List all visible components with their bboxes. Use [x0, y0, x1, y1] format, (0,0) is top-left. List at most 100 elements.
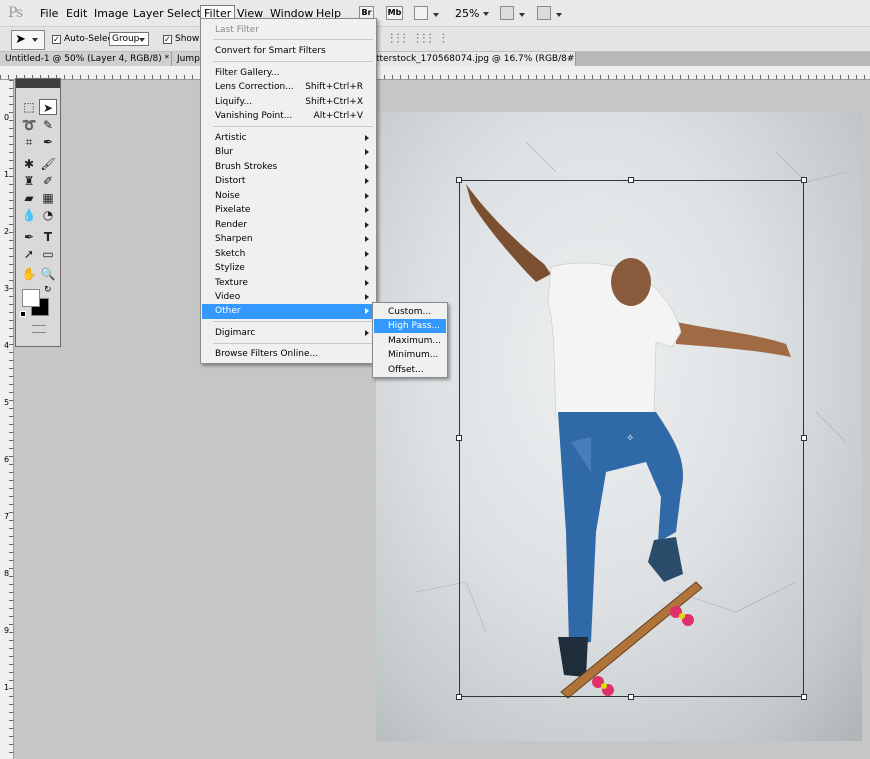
rectangle-tool-icon[interactable]: ▭ [39, 246, 57, 262]
menu-item-stylize[interactable]: Stylize [202, 261, 375, 276]
menu-item-video[interactable]: Video [202, 290, 375, 305]
menu-item-brush-strokes[interactable]: Brush Strokes [202, 160, 375, 175]
menu-separator [213, 126, 373, 127]
hand-tool-icon[interactable]: ✋ [20, 266, 38, 282]
brush-tool-icon[interactable]: 🖌 [39, 156, 57, 172]
transform-handle[interactable] [628, 177, 634, 183]
menu-separator [213, 61, 373, 62]
ruler-number: 2 [4, 227, 10, 236]
submenu-item-offset[interactable]: Offset... [374, 363, 446, 377]
horizontal-ruler [0, 66, 870, 80]
marquee-tool-icon[interactable]: ⬚ [20, 99, 38, 115]
vertical-ruler [0, 80, 14, 759]
tab-shutterstock[interactable]: tterstock_170568074.jpg @ 16.7% (RGB/8#)… [376, 52, 576, 66]
menu-item-digimarc[interactable]: Digimarc [202, 326, 375, 341]
mini-bridge-button[interactable]: Mb [386, 6, 403, 20]
show-transform-checkbox[interactable]: ✓ [163, 35, 172, 44]
menu-item-vanishing-point[interactable]: Vanishing Point... Alt+Ctrl+V [202, 109, 375, 124]
ruler-number: 0 [4, 113, 10, 122]
menu-item-texture[interactable]: Texture [202, 276, 375, 291]
menu-item-other[interactable]: Other [202, 304, 375, 319]
menu-item-filter-gallery[interactable]: Filter Gallery... [202, 66, 375, 81]
spot-healing-tool-icon[interactable]: ✱ [20, 156, 38, 172]
menu-item-distort[interactable]: Distort [202, 174, 375, 189]
menu-item-liquify[interactable]: Liquify... Shift+Ctrl+X [202, 95, 375, 110]
submenu-arrow-icon [365, 207, 369, 213]
tab-untitled[interactable]: Untitled-1 @ 50% (Layer 4, RGB/8) * [0, 52, 172, 66]
swap-colors-icon[interactable]: ↻ [44, 285, 52, 295]
gradient-tool-icon[interactable]: ▦ [39, 190, 57, 206]
blur-tool-icon[interactable]: 💧 [20, 207, 38, 223]
transform-handle[interactable] [801, 694, 807, 700]
tab-jump[interactable]: Jump [172, 52, 202, 66]
menu-item-sharpen[interactable]: Sharpen [202, 232, 375, 247]
menu-item-browse-filters-online[interactable]: Browse Filters Online... [202, 347, 375, 362]
history-brush-tool-icon[interactable]: ✐ [39, 173, 57, 189]
options-bar: ➤ ✓ Auto-Select: Group ✓ Show T ⫶⫶⫶ ⫶⫶⫶ … [0, 27, 870, 52]
submenu-arrow-icon [365, 178, 369, 184]
dodge-tool-icon[interactable]: ◔ [39, 207, 57, 223]
ruler-number: 5 [4, 398, 10, 407]
transform-handle[interactable] [456, 177, 462, 183]
type-tool-icon[interactable]: T [39, 229, 57, 245]
transform-handle[interactable] [801, 177, 807, 183]
view-extras-button[interactable] [414, 6, 428, 20]
screen-mode-icon[interactable] [537, 6, 551, 20]
align-buttons-icon[interactable]: ⫶⫶⫶ ⫶⫶⫶ ⫶ [390, 32, 448, 47]
zoom-tool-icon[interactable]: 🔍 [39, 266, 57, 282]
lasso-tool-icon[interactable]: ➰ [20, 117, 38, 133]
clone-stamp-tool-icon[interactable]: ♜ [20, 173, 38, 189]
ruler-number: 6 [4, 455, 10, 464]
submenu-item-custom[interactable]: Custom... [374, 305, 446, 319]
menu-file[interactable]: File [40, 7, 58, 20]
zoom-level[interactable]: 25% [455, 7, 490, 20]
transform-handle[interactable] [456, 694, 462, 700]
eyedropper-tool-icon[interactable]: ✒ [39, 134, 57, 150]
menu-item-render[interactable]: Render [202, 218, 375, 233]
foreground-color-swatch[interactable] [22, 289, 40, 307]
tools-panel: ⬚ ➤ ➰ ✎ ⌗ ✒ ✱ 🖌 ♜ ✐ ▰ ▦ 💧 ◔ ✒ T ➚ ▭ ✋ 🔍 … [15, 78, 61, 347]
menu-layer[interactable]: Layer [133, 7, 164, 20]
menu-edit[interactable]: Edit [66, 7, 87, 20]
menu-item-noise[interactable]: Noise [202, 189, 375, 204]
submenu-item-high-pass[interactable]: High Pass... [374, 319, 446, 333]
chevron-down-icon[interactable] [515, 8, 525, 21]
menu-image[interactable]: Image [94, 7, 128, 20]
filter-menu: Last Filter Convert for Smart Filters Fi… [200, 18, 377, 364]
crop-tool-icon[interactable]: ⌗ [20, 134, 38, 150]
menu-item-sketch[interactable]: Sketch [202, 247, 375, 262]
menu-item-lens-correction[interactable]: Lens Correction... Shift+Ctrl+R [202, 80, 375, 95]
eraser-tool-icon[interactable]: ▰ [20, 190, 38, 206]
ruler-number: 4 [4, 341, 10, 350]
auto-select-dropdown[interactable]: Group [109, 32, 149, 46]
move-tool-icon[interactable]: ➤ [39, 99, 57, 115]
pen-tool-icon[interactable]: ✒ [20, 229, 38, 245]
quick-mask-icon[interactable] [32, 325, 46, 333]
submenu-arrow-icon [365, 222, 369, 228]
chevron-down-icon[interactable] [429, 8, 439, 21]
quick-selection-tool-icon[interactable]: ✎ [39, 117, 57, 133]
tools-panel-header[interactable] [16, 79, 60, 88]
submenu-arrow-icon [365, 164, 369, 170]
arrange-documents-icon[interactable] [500, 6, 514, 20]
transform-handle[interactable] [801, 435, 807, 441]
path-selection-tool-icon[interactable]: ➚ [20, 246, 38, 262]
menu-item-pixelate[interactable]: Pixelate [202, 203, 375, 218]
submenu-arrow-icon [365, 236, 369, 242]
ruler-number: 1 [4, 683, 10, 692]
menu-item-blur[interactable]: Blur [202, 145, 375, 160]
chevron-down-icon[interactable] [552, 8, 562, 21]
submenu-item-maximum[interactable]: Maximum... [374, 334, 446, 348]
other-submenu: Custom... High Pass... Maximum... Minimu… [372, 302, 448, 378]
menu-item-artistic[interactable]: Artistic [202, 131, 375, 146]
submenu-item-minimum[interactable]: Minimum... [374, 348, 446, 362]
auto-select-checkbox[interactable]: ✓ [52, 35, 61, 44]
move-tool-preset-icon[interactable]: ➤ [11, 30, 45, 50]
transform-center-icon[interactable]: ✧ [626, 433, 634, 444]
menu-item-convert-smart-filters[interactable]: Convert for Smart Filters [202, 44, 375, 59]
menu-select[interactable]: Select [167, 7, 201, 20]
menu-item-last-filter: Last Filter [215, 25, 259, 35]
default-colors-icon[interactable] [20, 311, 26, 317]
transform-handle[interactable] [456, 435, 462, 441]
transform-handle[interactable] [628, 694, 634, 700]
